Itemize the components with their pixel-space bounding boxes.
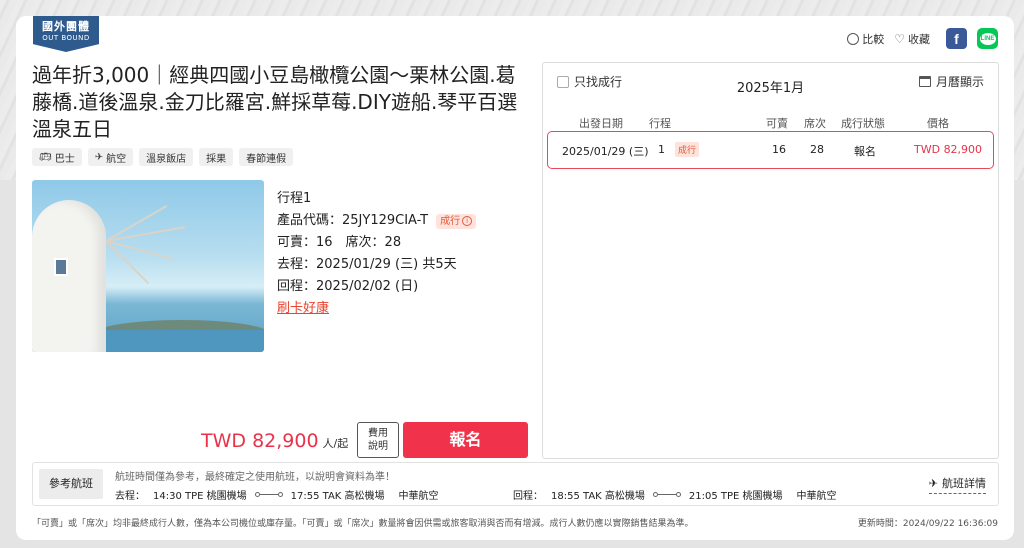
favorite-label: 收藏 [908, 32, 930, 46]
availability-row: 可賣：16 席次：28 [277, 235, 402, 250]
table-header: 出發日期 行程 可賣 席次 成行狀態 價格 [543, 115, 998, 130]
book-button[interactable]: 報名 [403, 422, 528, 458]
product-title: 過年折3,000｜經典四國小豆島橄欖公園～栗林公園.葛藤橋.道後溫泉.金刀比羅宮… [32, 63, 518, 141]
info-icon: i [462, 216, 473, 226]
flight-info-bar: 參考航班 航班時間僅為參考，最終確定之使用航班，以說明會資料為準！ 去程： 14… [32, 462, 999, 506]
header-price: 價格 [927, 117, 949, 130]
line-share-button[interactable]: LINE [977, 28, 998, 49]
top-actions: 比較 ♡ 收藏 f LINE [847, 28, 998, 49]
product-code: 25JY129CIA-T [342, 213, 429, 228]
row-itinerary: 1 [658, 143, 665, 156]
row-seats: 28 [810, 143, 824, 156]
return-flight: 回程： 18:55 TAK 高松機場 21:05 TPE 桃園機場 中華航空 [513, 487, 837, 502]
return-arrival: 21:05 TPE 桃園機場 [688, 491, 783, 502]
return-label: 回程： [513, 491, 543, 502]
line-icon: LINE [979, 32, 996, 45]
tag-air: ✈ 航空 [87, 148, 134, 166]
table-row[interactable]: 2025/01/29 (三) 1 成行 16 28 報名 TWD 82,900 [547, 131, 994, 169]
row-status-badge: 成行 [675, 142, 700, 157]
product-card: 國外團體 OUT BOUND 比較 ♡ 收藏 f LINE 過年折3,000｜經… [16, 16, 1014, 540]
facebook-share-button[interactable]: f [946, 28, 967, 49]
outbound-badge: 國外團體 OUT BOUND [33, 16, 99, 52]
outbound-flight: 去程： 14:30 TPE 桃園機場 17:55 TAK 高松機場 中華航空 [115, 487, 439, 502]
photo-windmill [32, 200, 106, 352]
compare-label: 比較 [862, 32, 885, 46]
price-unit: 人/起 [322, 437, 349, 450]
header-status: 成行狀態 [841, 117, 885, 130]
outbound-label: 去程： [115, 491, 145, 502]
row-available: 16 [772, 143, 786, 156]
tag-label: 溫泉飯店 [146, 153, 187, 165]
price-amount: TWD 82,900 [201, 430, 319, 452]
tag-holiday: 春節連假 [239, 148, 294, 166]
header-available: 可賣 [766, 117, 788, 130]
card-promo-link[interactable]: 刷卡好康 [277, 298, 329, 320]
departure-row: 去程：2025/01/29 (三) 共5天 [277, 257, 457, 272]
badge-subtitle: OUT BOUND [42, 34, 90, 42]
product-code-label: 產品代碼： [277, 213, 343, 228]
flight-note: 航班時間僅為參考，最終確定之使用航班，以說明會資料為準！ [115, 472, 395, 483]
itinerary-label: 行程1 [277, 191, 312, 206]
favorite-button[interactable]: ♡ 收藏 [894, 31, 930, 47]
photo-window [54, 258, 68, 276]
header-seats: 席次 [804, 117, 826, 130]
product-details: 行程1 產品代碼： 25JY129CIA-T 成行 i 可賣：16 席次：28 … [277, 188, 477, 320]
outbound-airline: 中華航空 [398, 491, 439, 502]
return-departure: 18:55 TAK 高松機場 [551, 491, 645, 502]
fee-label-1: 費用 [368, 428, 388, 439]
header-date: 出發日期 [579, 117, 623, 130]
tag-hotspring: 溫泉飯店 [139, 148, 194, 166]
header-itinerary: 行程 [649, 117, 671, 130]
outbound-arrival: 17:55 TAK 高松機場 [290, 491, 385, 502]
badge-title: 國外團體 [42, 20, 90, 33]
tag-label: 巴士 [54, 153, 75, 165]
bus-icon: 🚌︎ [39, 151, 52, 163]
calendar-icon [918, 76, 931, 87]
tag-label: 春節連假 [246, 153, 287, 165]
outbound-departure: 14:30 TPE 桃園機場 [153, 491, 247, 502]
compare-icon [847, 32, 860, 45]
fee-label-2: 說明 [368, 441, 388, 452]
facebook-icon: f [954, 30, 959, 47]
flight-detail-link[interactable]: ✈ 航班詳情 [928, 475, 986, 494]
price-block: TWD 82,900 人/起 [201, 430, 348, 452]
airplane-icon: ✈ [928, 476, 938, 490]
status-label: 成行 [440, 215, 461, 227]
product-code-row: 產品代碼： 25JY129CIA-T 成行 i [277, 210, 477, 232]
airplane-icon: ✈ [94, 151, 104, 163]
row-price: TWD 82,900 [914, 143, 983, 156]
row-book-link[interactable]: 報名 [854, 143, 876, 159]
product-photo[interactable] [32, 180, 264, 352]
tag-list: 🚌︎ 巴士 ✈ 航空 溫泉飯店 採果 春節連假 [32, 148, 294, 166]
fee-explanation-button[interactable]: 費用 說明 [357, 422, 399, 458]
route-line-icon [652, 492, 681, 497]
tag-fruit: 採果 [199, 148, 234, 166]
calendar-view-label: 月曆顯示 [935, 75, 984, 89]
return-row: 回程：2025/02/02 (日) [277, 279, 419, 294]
row-date: 2025/01/29 (三) [562, 145, 649, 158]
flight-detail-label: 航班詳情 [942, 477, 986, 490]
compare-button[interactable]: 比較 [847, 31, 884, 47]
departure-panel: 只找成行 2025年1月 月曆顯示 出發日期 行程 可賣 席次 成行狀態 價格 … [542, 62, 999, 459]
status-badge[interactable]: 成行 i [436, 213, 477, 229]
return-airline: 中華航空 [796, 491, 837, 502]
tag-label: 採果 [206, 153, 227, 165]
disclaimer-note: 「可賣」或「席次」均非最終成行人數，僅為本公司機位或庫存量。「可賣」或「席次」數… [32, 519, 694, 529]
reference-flight-button[interactable]: 參考航班 [39, 469, 103, 499]
tag-bus: 🚌︎ 巴士 [32, 148, 82, 166]
updated-time: 更新時間：2024/09/22 16:36:09 [857, 519, 998, 529]
calendar-view-button[interactable]: 月曆顯示 [918, 73, 984, 90]
heart-icon: ♡ [894, 31, 905, 46]
route-line-icon [254, 492, 283, 497]
tag-label: 航空 [106, 153, 127, 165]
